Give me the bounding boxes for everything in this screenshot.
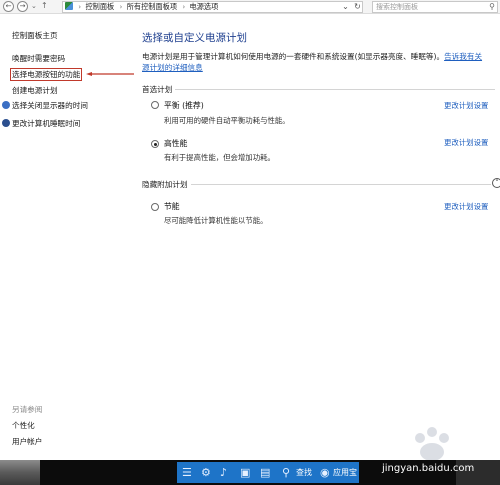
search-icon[interactable]: ⚲ [489, 2, 495, 12]
refresh-icon[interactable]: ↻ [352, 1, 363, 13]
see-also-personalization[interactable]: 个性化 [12, 420, 35, 431]
sidebar-item-label: 选择关闭显示器的时间 [12, 101, 88, 110]
plan-balanced-change-link[interactable]: 更改计划设置 [444, 100, 488, 111]
screen-icon[interactable]: ▣ [240, 466, 250, 479]
breadcrumb-all-items[interactable]: 所有控制面板项 [127, 2, 177, 11]
breadcrumb-separator: › [119, 2, 123, 11]
address-dropdown-icon[interactable]: ⌄ [340, 1, 351, 13]
learn-more-link[interactable]: 告诉我有关 [444, 52, 482, 61]
hidden-plans-heading[interactable]: 隐藏附加计划 [142, 179, 188, 190]
sidebar-item-create-plan[interactable]: 创建电源计划 [12, 85, 58, 96]
plan-power-saver-name[interactable]: 节能 [164, 201, 180, 212]
up-button[interactable]: ↑ [41, 1, 48, 10]
gear-icon[interactable]: ⚙ [201, 466, 211, 479]
divider [175, 89, 495, 90]
learn-more-link-2[interactable]: 源计划的详细信息 [142, 63, 203, 72]
plan-balanced-desc: 利用可用的硬件自动平衡功耗与性能。 [164, 116, 290, 125]
search-input[interactable]: 搜索控制面板 ⚲ [372, 1, 498, 13]
watermark-text: jingyan.baidu.com [382, 463, 475, 474]
back-button[interactable]: ← [3, 1, 14, 12]
page-description: 电源计划是用于管理计算机如何使用电源的一套硬件和系统设置(如显示器亮度、睡眠等)… [142, 51, 482, 62]
see-also-heading: 另请参阅 [12, 405, 43, 414]
plan-power-saver-desc: 尽可能降低计算机性能以节能。 [164, 216, 268, 225]
recent-pages-chevron-icon[interactable]: ⌄ [31, 2, 37, 10]
breadcrumb-separator: › [78, 2, 82, 11]
address-bar: ← → ⌄ ↑ › 控制面板 › 所有控制面板项 › 电源选项 ⌄ ↻ 搜索控制… [0, 0, 500, 14]
window-icon[interactable]: ▤ [260, 466, 270, 479]
moon-icon [2, 119, 10, 127]
description-text: 电源计划是用于管理计算机如何使用电源的一套硬件和系统设置(如显示器亮度、睡眠等)… [142, 52, 445, 61]
breadcrumb-separator: › [182, 2, 186, 11]
plan-power-saver-change-link[interactable]: 更改计划设置 [444, 201, 488, 212]
sidebar-item-sleep-time[interactable]: 更改计算机睡眠时间 [2, 118, 80, 129]
plan-balanced-radio[interactable] [151, 101, 159, 109]
plan-power-saver-radio[interactable] [151, 203, 159, 211]
display-icon [2, 101, 10, 109]
plan-high-performance-desc: 有利于提高性能，但会增加功耗。 [164, 153, 275, 162]
wallpaper-thumbnail[interactable] [0, 460, 40, 485]
sidebar: 控制面板主页 唤醒时需要密码 选择电源按钮的功能 创建电源计划 选择关闭显示器的… [0, 14, 110, 460]
sidebar-item-wake-password[interactable]: 唤醒时需要密码 [12, 53, 65, 64]
menu-icon[interactable]: ☰ [182, 466, 192, 479]
breadcrumb-control-panel[interactable]: 控制面板 [85, 2, 114, 11]
learn-more-link-cont[interactable]: 源计划的详细信息 [142, 62, 203, 73]
search-placeholder: 搜索控制面板 [376, 3, 418, 11]
plan-high-performance-radio[interactable] [151, 140, 159, 148]
main-panel: 选择或自定义电源计划 电源计划是用于管理计算机如何使用电源的一套硬件和系统设置(… [139, 14, 500, 460]
address-field[interactable]: › 控制面板 › 所有控制面板项 › 电源选项 [62, 1, 363, 13]
annotation-arrow [86, 72, 134, 76]
sidebar-home[interactable]: 控制面板主页 [12, 30, 58, 41]
expand-chevron-icon[interactable]: ˄ [492, 178, 500, 188]
search-icon[interactable]: ⚲ [282, 466, 290, 479]
forward-button[interactable]: → [17, 1, 28, 12]
plan-high-performance-name[interactable]: 高性能 [164, 138, 187, 149]
control-panel-icon [65, 2, 73, 10]
sidebar-item-display-off[interactable]: 选择关闭显示器的时间 [2, 100, 88, 111]
sidebar-item-power-button[interactable]: 选择电源按钮的功能 [10, 68, 83, 81]
volume-icon[interactable]: ♪ [220, 466, 227, 479]
preferred-plans-heading: 首选计划 [142, 85, 173, 94]
plan-balanced-name[interactable]: 平衡 (推荐) [164, 100, 204, 111]
plan-high-performance-change-link[interactable]: 更改计划设置 [444, 137, 488, 148]
taskbar-app-label[interactable]: 应用宝 [333, 467, 357, 478]
divider [191, 184, 491, 185]
app-store-icon[interactable]: ◉ [320, 466, 330, 479]
see-also-user-accounts[interactable]: 用户帐户 [12, 436, 42, 447]
sidebar-item-label: 更改计算机睡眠时间 [12, 119, 81, 128]
breadcrumb-power-options[interactable]: 电源选项 [190, 2, 219, 11]
page-title: 选择或自定义电源计划 [142, 32, 247, 44]
taskbar-search-label[interactable]: 查找 [296, 467, 312, 478]
